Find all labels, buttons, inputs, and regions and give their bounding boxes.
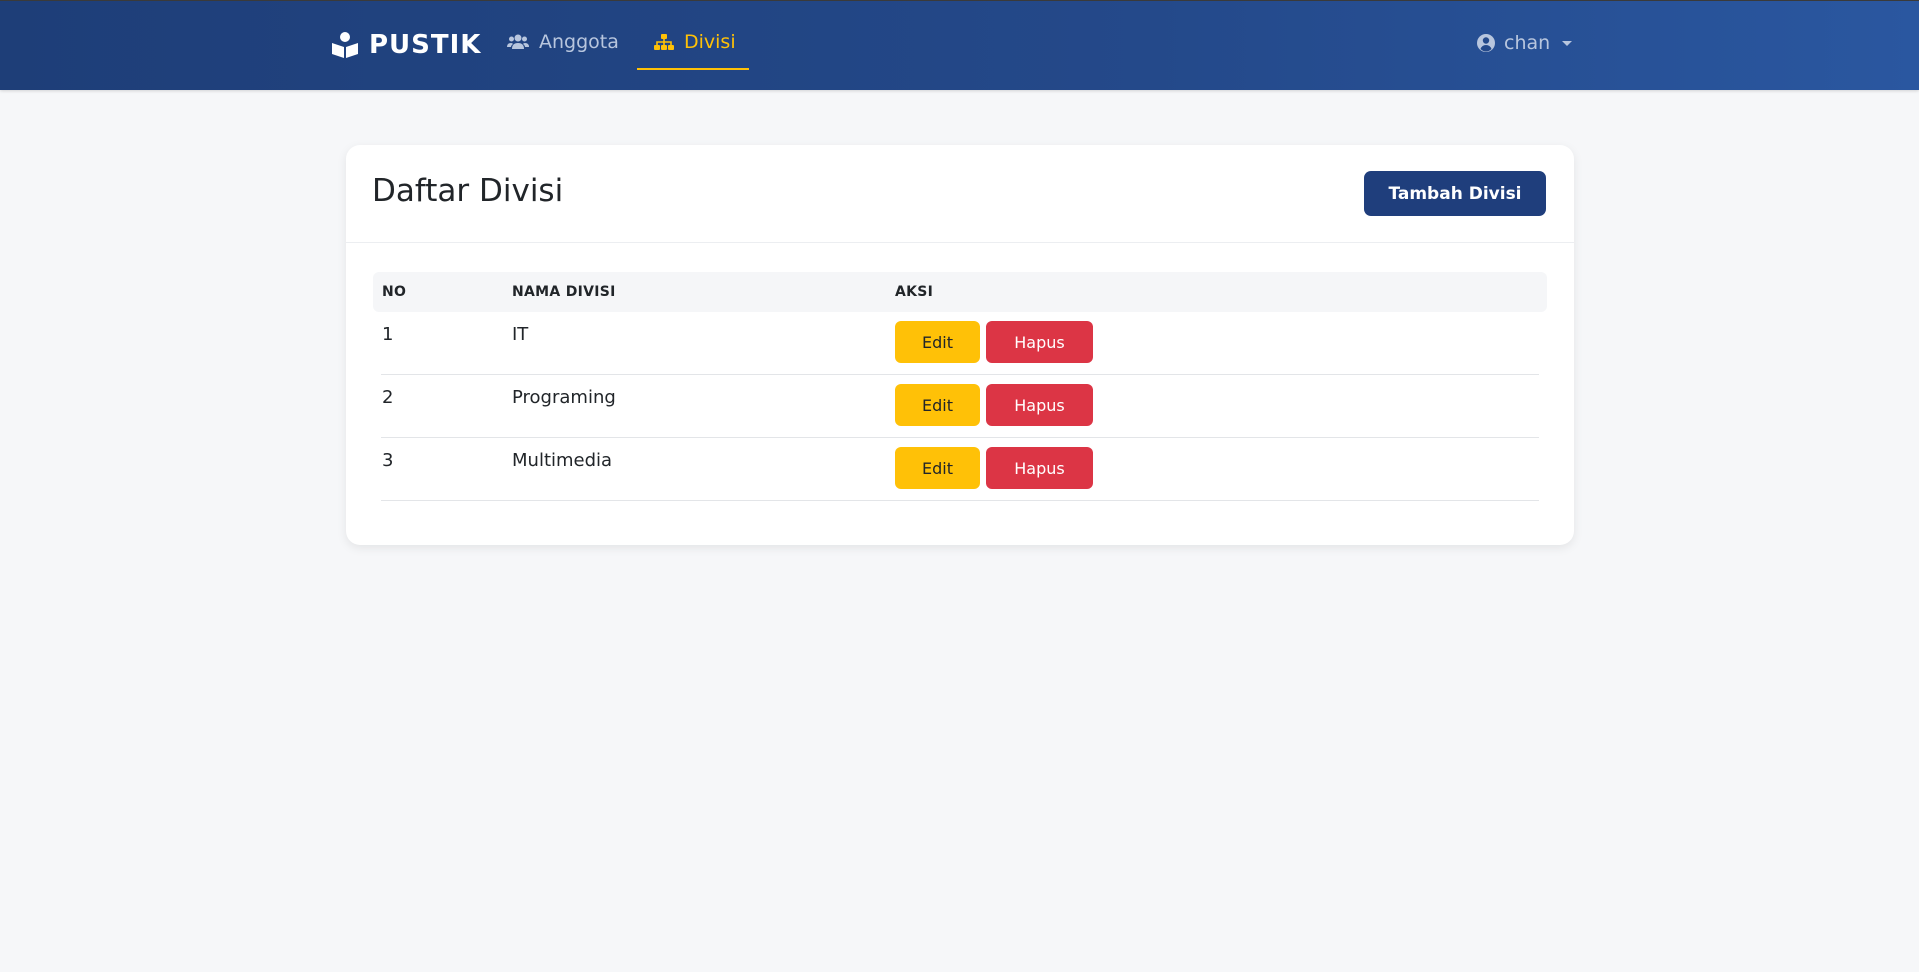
delete-button[interactable]: Hapus bbox=[986, 384, 1093, 426]
users-icon bbox=[507, 33, 529, 51]
sitemap-icon bbox=[654, 33, 674, 51]
user-menu-dropdown[interactable]: chan bbox=[1476, 32, 1573, 54]
book-reader-icon bbox=[331, 31, 359, 59]
nav-link-label: Divisi bbox=[684, 31, 736, 53]
row-actions: Edit Hapus bbox=[895, 321, 1093, 363]
table-row: 2 Programing Edit Hapus bbox=[381, 375, 1539, 438]
division-name: Programing bbox=[512, 387, 616, 408]
user-name: chan bbox=[1504, 32, 1551, 54]
add-division-button[interactable]: Tambah Divisi bbox=[1364, 171, 1546, 216]
row-actions: Edit Hapus bbox=[895, 384, 1093, 426]
row-number: 1 bbox=[382, 324, 394, 345]
column-header-no: NO bbox=[382, 284, 407, 300]
table-row: 3 Multimedia Edit Hapus bbox=[381, 438, 1539, 501]
row-actions: Edit Hapus bbox=[895, 447, 1093, 489]
division-card: Daftar Divisi Tambah Divisi NO NAMA DIVI… bbox=[346, 145, 1574, 545]
division-table: NO NAMA DIVISI AKSI 1 IT Edit Hapus 2 Pr… bbox=[373, 272, 1547, 501]
column-header-name: NAMA DIVISI bbox=[512, 284, 616, 300]
edit-button[interactable]: Edit bbox=[895, 321, 980, 363]
delete-button[interactable]: Hapus bbox=[986, 447, 1093, 489]
brand-name: PUSTIK bbox=[369, 30, 482, 60]
user-circle-icon bbox=[1476, 33, 1496, 53]
row-number: 2 bbox=[382, 387, 394, 408]
page-title: Daftar Divisi bbox=[372, 173, 564, 209]
brand[interactable]: PUSTIK bbox=[331, 30, 481, 60]
edit-button[interactable]: Edit bbox=[895, 384, 980, 426]
table-row: 1 IT Edit Hapus bbox=[381, 312, 1539, 375]
division-name: IT bbox=[512, 324, 529, 345]
edit-button[interactable]: Edit bbox=[895, 447, 980, 489]
nav-link-divisi[interactable]: Divisi bbox=[654, 31, 736, 53]
nav-link-anggota[interactable]: Anggota bbox=[507, 31, 619, 53]
card-header: Daftar Divisi Tambah Divisi bbox=[346, 145, 1574, 243]
nav-link-label: Anggota bbox=[539, 31, 619, 53]
navbar: PUSTIK Anggota Divisi chan bbox=[0, 0, 1919, 90]
delete-button[interactable]: Hapus bbox=[986, 321, 1093, 363]
division-name: Multimedia bbox=[512, 450, 613, 471]
table-header: NO NAMA DIVISI AKSI bbox=[373, 272, 1547, 312]
column-header-actions: AKSI bbox=[895, 284, 934, 300]
active-tab-indicator bbox=[637, 68, 749, 70]
row-number: 3 bbox=[382, 450, 394, 471]
chevron-down-icon bbox=[1562, 40, 1573, 46]
